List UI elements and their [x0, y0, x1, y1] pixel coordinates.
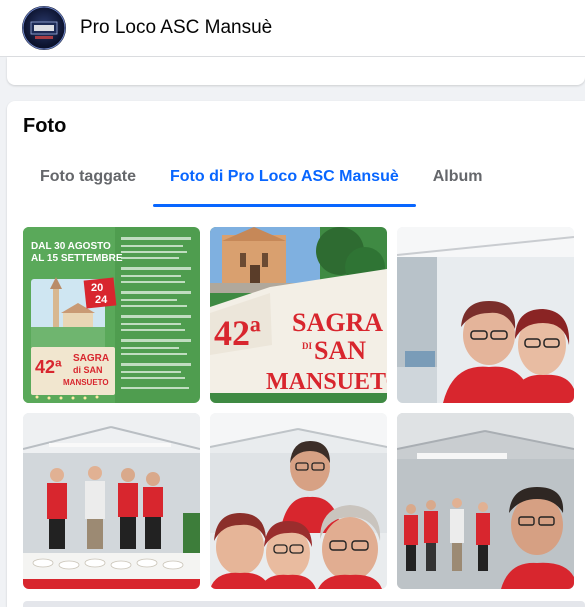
- banner-edition: 42ª: [214, 313, 261, 353]
- page-name[interactable]: Pro Loco ASC Mansuè: [80, 17, 272, 39]
- photo-selfie-three-people[interactable]: [210, 413, 387, 589]
- photo-event-poster[interactable]: DAL 30 AGOSTO AL 15 SETTEMBRE 20 24 42ª …: [23, 227, 200, 403]
- banner-sagra: SAGRA: [292, 308, 383, 337]
- poster-edition: 42ª: [35, 357, 62, 377]
- tab-page-photos[interactable]: Foto di Pro Loco ASC Mansuè: [153, 159, 416, 207]
- poster-di-san: di SAN: [73, 365, 103, 375]
- poster-sagra: SAGRA: [73, 353, 109, 364]
- photo-group-man-foreground[interactable]: [397, 413, 574, 589]
- tab-tagged-photos[interactable]: Foto taggate: [23, 159, 153, 207]
- poster-year-top: 20: [91, 282, 103, 294]
- photo-group-food-table[interactable]: [23, 413, 200, 589]
- photo-sagra-banner[interactable]: 42ª SAGRA DI SAN MANSUETO: [210, 227, 387, 403]
- banner-san: SAN: [314, 336, 366, 365]
- poster-mansueto: MANSUETO: [63, 378, 109, 387]
- photos-section: Foto Foto taggate Foto di Pro Loco ASC M…: [7, 101, 585, 607]
- previous-card: [7, 57, 585, 85]
- page-avatar[interactable]: [22, 6, 66, 50]
- tab-albums[interactable]: Album: [416, 159, 500, 207]
- poster-date-line2: AL 15 SETTEMBRE: [31, 253, 123, 264]
- poster-date-line1: DAL 30 AGOSTO: [31, 241, 111, 252]
- banner-di: DI: [302, 341, 312, 351]
- photo-grid: DAL 30 AGOSTO AL 15 SETTEMBRE 20 24 42ª …: [23, 227, 574, 589]
- next-row-preview: [23, 601, 585, 607]
- page-header: Pro Loco ASC Mansuè: [0, 0, 585, 57]
- photo-selfie-two-women[interactable]: [397, 227, 574, 403]
- banner-mansueto: MANSUETO: [266, 369, 387, 395]
- poster-year-bottom: 24: [95, 294, 108, 306]
- photo-tabs: Foto taggate Foto di Pro Loco ASC Mansuè…: [23, 159, 500, 209]
- section-title[interactable]: Foto: [23, 115, 66, 138]
